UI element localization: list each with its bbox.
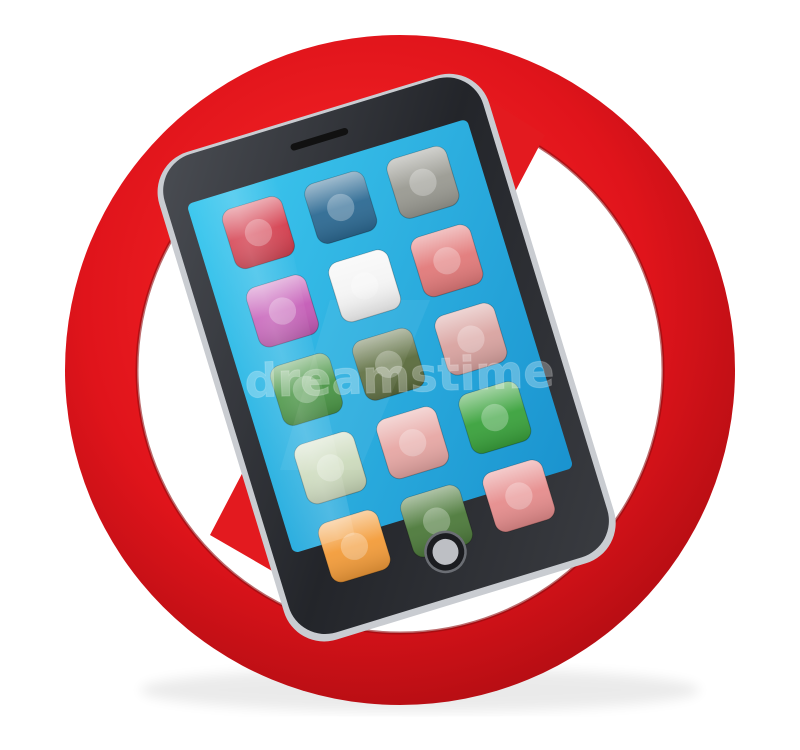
watermark-text: dreamstime [244, 344, 556, 409]
scene: dreamstime [65, 35, 735, 712]
